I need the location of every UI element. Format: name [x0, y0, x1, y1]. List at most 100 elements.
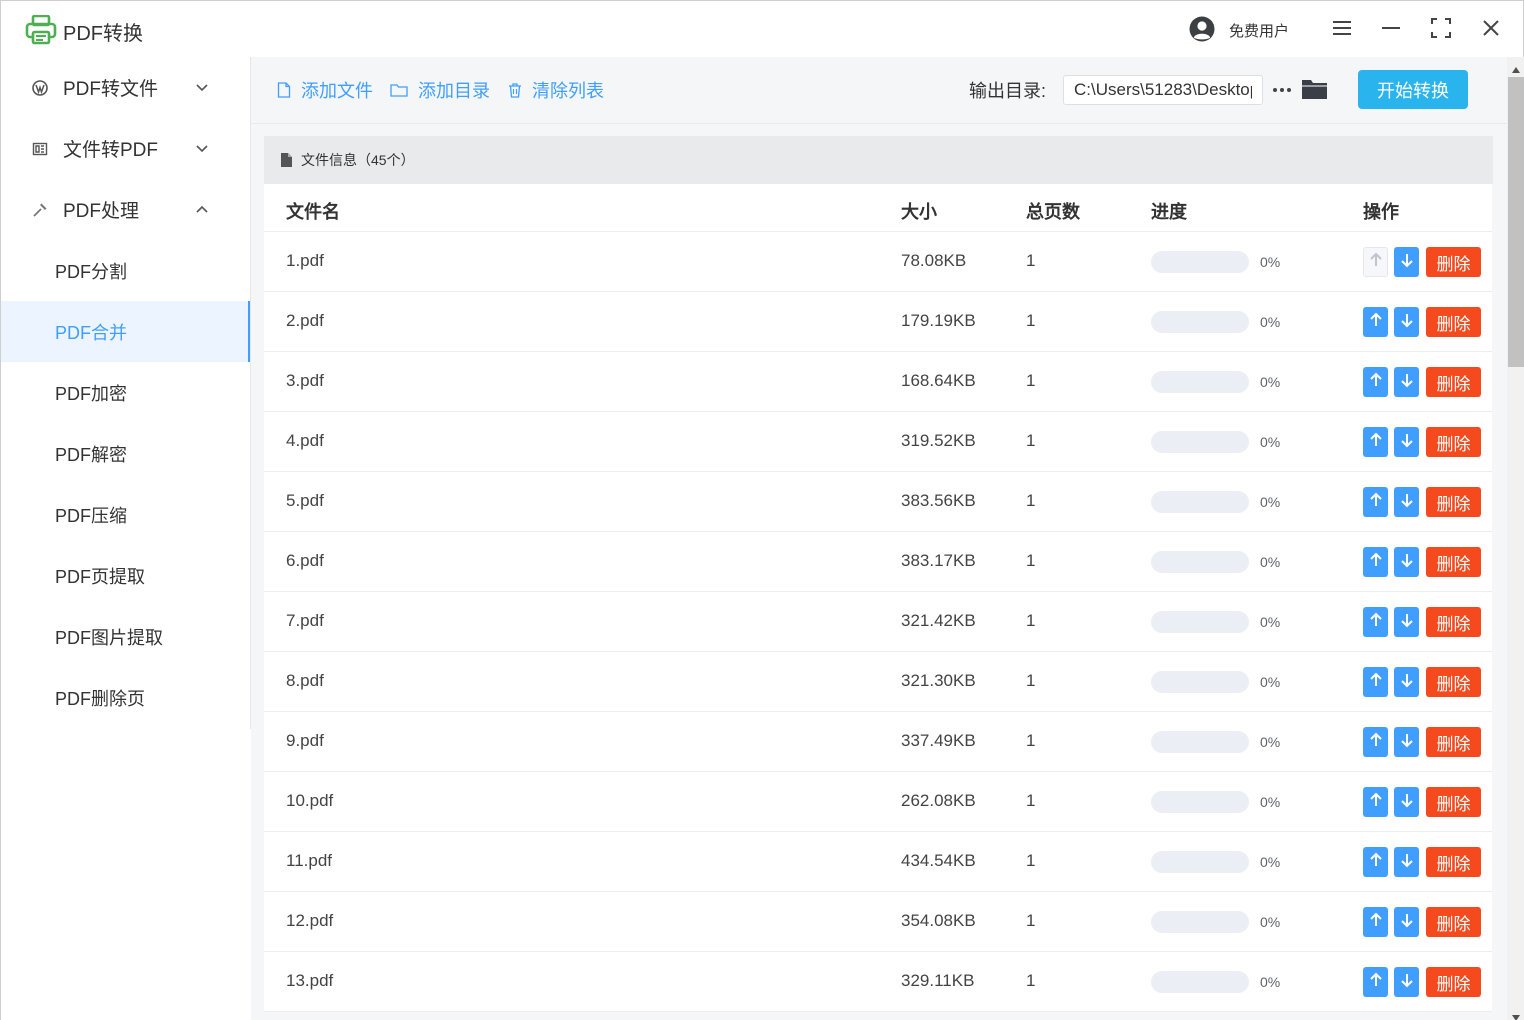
move-down-button[interactable]: [1394, 907, 1419, 937]
file-name: 7.pdf: [286, 611, 324, 630]
sidebar-group-pdf-to-file[interactable]: PDF转文件: [1, 57, 250, 118]
file-size: 168.64KB: [901, 371, 976, 390]
delete-button[interactable]: 删除: [1426, 487, 1481, 517]
sidebar-item-pdf-merge[interactable]: PDF合并: [1, 301, 250, 362]
delete-button[interactable]: 删除: [1426, 667, 1481, 697]
delete-button[interactable]: 删除: [1426, 427, 1481, 457]
move-up-button[interactable]: [1363, 307, 1388, 337]
file-info-header: 文件信息（45个）: [264, 136, 1493, 184]
arrow-up-icon: [1369, 252, 1383, 273]
file-size: 78.08KB: [901, 251, 967, 270]
delete-button[interactable]: 删除: [1426, 607, 1481, 637]
progress-bar: [1151, 311, 1249, 333]
sidebar-group-pdf-processing[interactable]: PDF处理: [1, 179, 250, 240]
sidebar-item-pdf-compress[interactable]: PDF压缩: [1, 484, 250, 545]
move-up-button[interactable]: [1363, 727, 1388, 757]
delete-button[interactable]: 删除: [1426, 727, 1481, 757]
scrollbar-thumb[interactable]: [1508, 77, 1524, 367]
move-up-button[interactable]: [1363, 607, 1388, 637]
move-down-button[interactable]: [1394, 247, 1419, 277]
move-up-button[interactable]: [1363, 427, 1388, 457]
file-size: 262.08KB: [901, 791, 976, 810]
progress-text: 0%: [1260, 794, 1281, 810]
delete-button[interactable]: 删除: [1426, 547, 1481, 577]
move-down-button[interactable]: [1394, 427, 1419, 457]
toolbar: 添加文件 添加目录 清除列表 输出目录: C:\Users\51283\Desk…: [251, 57, 1507, 123]
maximize-icon[interactable]: [1425, 13, 1457, 43]
move-up-button[interactable]: [1363, 787, 1388, 817]
move-down-button[interactable]: [1394, 487, 1419, 517]
move-up-button[interactable]: [1363, 247, 1388, 277]
add-file-button[interactable]: 添加文件: [277, 77, 373, 103]
sidebar-item-pdf-image-extract[interactable]: PDF图片提取: [1, 606, 250, 667]
progress-bar: [1151, 791, 1249, 813]
move-up-button[interactable]: [1363, 907, 1388, 937]
table-row: 12.pdf 354.08KB 1 0% 删除: [264, 892, 1492, 952]
delete-button[interactable]: 删除: [1426, 247, 1481, 277]
move-down-button[interactable]: [1394, 307, 1419, 337]
arrow-down-icon: [1400, 732, 1414, 753]
scroll-up-arrow-icon[interactable]: [1511, 61, 1521, 73]
move-up-button[interactable]: [1363, 487, 1388, 517]
arrow-down-icon: [1400, 792, 1414, 813]
delete-button[interactable]: 删除: [1426, 787, 1481, 817]
open-folder-icon[interactable]: [1301, 77, 1329, 101]
add-directory-button[interactable]: 添加目录: [390, 77, 490, 103]
move-down-button[interactable]: [1394, 847, 1419, 877]
more-options-icon[interactable]: [1271, 79, 1293, 101]
file-size: 319.52KB: [901, 431, 976, 450]
sidebar-item-pdf-decrypt[interactable]: PDF解密: [1, 423, 250, 484]
arrow-up-icon: [1369, 432, 1383, 453]
clear-list-button[interactable]: 清除列表: [508, 77, 604, 103]
close-icon[interactable]: [1475, 13, 1507, 43]
output-directory-input[interactable]: [1063, 75, 1263, 105]
delete-button[interactable]: 删除: [1426, 307, 1481, 337]
minimize-icon[interactable]: [1375, 13, 1407, 43]
arrow-down-icon: [1400, 912, 1414, 933]
start-convert-button[interactable]: 开始转换: [1358, 70, 1468, 109]
move-up-button[interactable]: [1363, 967, 1388, 997]
file-info-title: 文件信息（45个）: [301, 152, 415, 168]
file-name: 3.pdf: [286, 371, 324, 390]
file-size: 321.42KB: [901, 611, 976, 630]
sidebar-item-pdf-delete-page[interactable]: PDF删除页: [1, 667, 250, 728]
user-avatar-icon[interactable]: [1189, 16, 1215, 42]
delete-button[interactable]: 删除: [1426, 967, 1481, 997]
move-up-button[interactable]: [1363, 667, 1388, 697]
progress-bar: [1151, 851, 1249, 873]
file-pages: 1: [1026, 791, 1036, 810]
move-down-button[interactable]: [1394, 607, 1419, 637]
progress-bar: [1151, 371, 1249, 393]
move-up-button[interactable]: [1363, 847, 1388, 877]
document-icon: [31, 140, 49, 158]
move-down-button[interactable]: [1394, 967, 1419, 997]
menu-icon[interactable]: [1326, 13, 1358, 43]
file-size: 383.17KB: [901, 551, 976, 570]
move-down-button[interactable]: [1394, 727, 1419, 757]
move-up-button[interactable]: [1363, 547, 1388, 577]
scroll-down-arrow-icon[interactable]: [1511, 1009, 1521, 1020]
file-name: 4.pdf: [286, 431, 324, 450]
sidebar-item-pdf-encrypt[interactable]: PDF加密: [1, 362, 250, 423]
sidebar-group-label: PDF转文件: [63, 79, 159, 100]
progress-bar: [1151, 971, 1249, 993]
sidebar: PDF转文件 文件转PDF PDF处理 PDF分割 PDF合并 PDF加密 PD…: [1, 57, 251, 729]
sidebar-group-file-to-pdf[interactable]: 文件转PDF: [1, 118, 250, 179]
delete-button[interactable]: 删除: [1426, 847, 1481, 877]
move-down-button[interactable]: [1394, 667, 1419, 697]
vertical-scrollbar[interactable]: [1507, 57, 1524, 1020]
move-down-button[interactable]: [1394, 547, 1419, 577]
sidebar-item-pdf-page-extract[interactable]: PDF页提取: [1, 545, 250, 606]
arrow-down-icon: [1400, 852, 1414, 873]
delete-button[interactable]: 删除: [1426, 367, 1481, 397]
move-down-button[interactable]: [1394, 787, 1419, 817]
move-up-button[interactable]: [1363, 367, 1388, 397]
delete-button[interactable]: 删除: [1426, 907, 1481, 937]
move-down-button[interactable]: [1394, 367, 1419, 397]
progress-bar: [1151, 671, 1249, 693]
arrow-up-icon: [1369, 912, 1383, 933]
progress-text: 0%: [1260, 974, 1281, 990]
user-label[interactable]: 免费用户: [1229, 20, 1289, 41]
sidebar-item-pdf-split[interactable]: PDF分割: [1, 240, 250, 301]
arrow-down-icon: [1400, 492, 1414, 513]
